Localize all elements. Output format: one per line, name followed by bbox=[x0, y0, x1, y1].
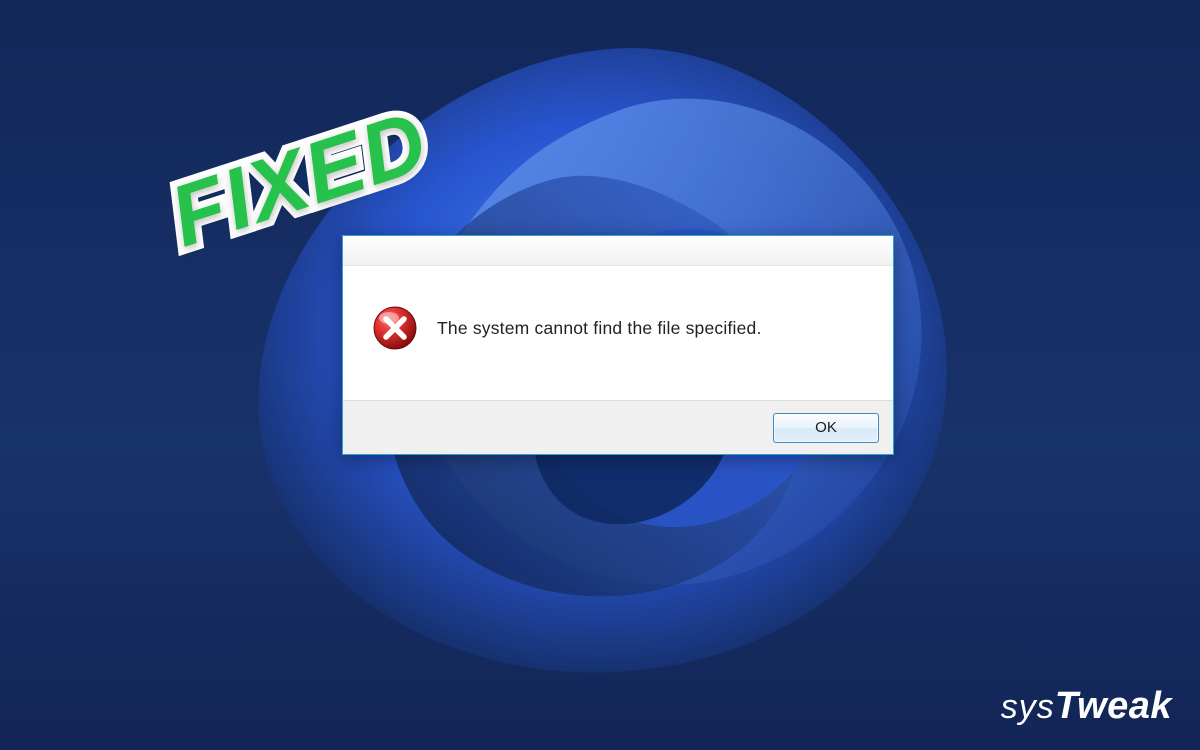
error-icon bbox=[371, 304, 419, 352]
error-dialog: The system cannot find the file specifie… bbox=[342, 235, 894, 455]
ok-button[interactable]: OK bbox=[773, 413, 879, 443]
dialog-titlebar[interactable] bbox=[343, 236, 893, 266]
brand-part2: Tweak bbox=[1055, 685, 1172, 727]
brand-part1: SYS bbox=[1001, 688, 1055, 726]
dialog-body: The system cannot find the file specifie… bbox=[343, 266, 893, 400]
dialog-button-row: OK bbox=[343, 400, 893, 454]
brand-logo: SYSTweak bbox=[1001, 685, 1172, 728]
stage: The system cannot find the file specifie… bbox=[0, 0, 1200, 750]
dialog-message: The system cannot find the file specifie… bbox=[437, 318, 762, 339]
